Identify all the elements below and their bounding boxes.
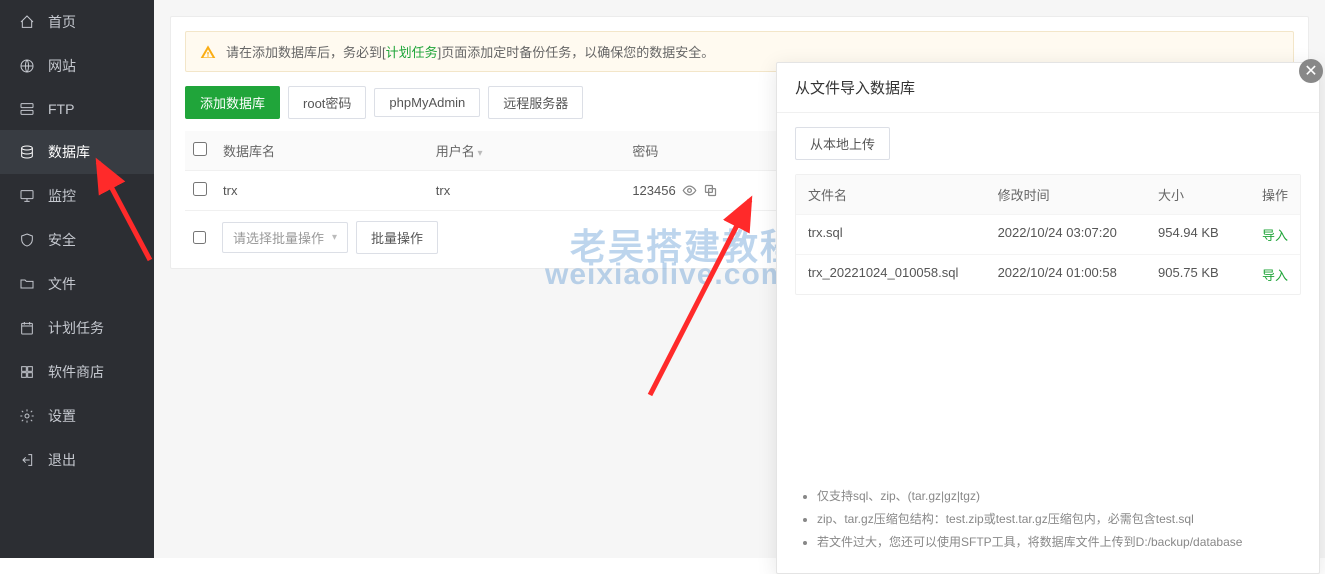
sidebar-item-logout[interactable]: 退出 [0, 438, 154, 482]
sidebar-item-label: 安全 [48, 230, 76, 250]
sidebar-item-label: 退出 [48, 450, 76, 470]
hdr-filename: 文件名 [808, 185, 998, 204]
hdr-op: 操作 [1248, 185, 1288, 204]
cell-name: trx [215, 171, 428, 211]
sidebar-item-label: 网站 [48, 56, 76, 76]
sidebar-item-label: 首页 [48, 12, 76, 32]
bulk-action-button[interactable]: 批量操作 [356, 221, 438, 254]
remote-server-button[interactable]: 远程服务器 [488, 86, 583, 119]
sidebar-item-ftp[interactable]: FTP [0, 88, 154, 130]
bulk-checkbox[interactable] [193, 231, 206, 244]
sidebar: 首页 网站 FTP 数据库 监控 安全 文件 计划任务 软件商店 设置 退出 [0, 0, 154, 558]
bulk-select[interactable]: 请选择批量操作 [222, 222, 348, 253]
sidebar-item-monitor[interactable]: 监控 [0, 174, 154, 218]
alert-text: 请在添加数据库后，务必到[计划任务]页面添加定时备份任务，以确保您的数据安全。 [226, 42, 714, 61]
database-icon [18, 143, 36, 161]
copy-icon[interactable] [703, 183, 718, 198]
note-item: zip、tar.gz压缩包结构：test.zip或test.tar.gz压缩包内… [817, 508, 1301, 531]
warning-icon [200, 44, 216, 60]
select-all-checkbox[interactable] [193, 142, 207, 156]
cell-size: 905.75 KB [1158, 265, 1248, 284]
note-item: 仅支持sql、zip、(tar.gz|gz|tgz) [817, 485, 1301, 508]
sidebar-item-label: 监控 [48, 186, 76, 206]
sidebar-item-cron[interactable]: 计划任务 [0, 306, 154, 350]
gear-icon [18, 407, 36, 425]
sidebar-item-home[interactable]: 首页 [0, 0, 154, 44]
cell-filename: trx_20221024_010058.sql [808, 265, 998, 284]
sidebar-item-label: 软件商店 [48, 362, 104, 382]
hdr-mtime: 修改时间 [998, 185, 1158, 204]
sidebar-item-settings[interactable]: 设置 [0, 394, 154, 438]
file-row: trx_20221024_010058.sql 2022/10/24 01:00… [796, 254, 1300, 294]
sidebar-item-label: 数据库 [48, 142, 90, 162]
cell-filename: trx.sql [808, 225, 998, 244]
home-icon [18, 13, 36, 31]
apps-icon [18, 363, 36, 381]
sidebar-item-files[interactable]: 文件 [0, 262, 154, 306]
hdr-size: 大小 [1158, 185, 1248, 204]
root-password-button[interactable]: root密码 [288, 86, 366, 119]
upload-local-button[interactable]: 从本地上传 [795, 127, 890, 160]
alert-link[interactable]: 计划任务 [386, 45, 438, 60]
sidebar-item-label: 设置 [48, 406, 76, 426]
col-name: 数据库名 [215, 131, 428, 171]
row-checkbox[interactable] [193, 182, 207, 196]
cell-size: 954.94 KB [1158, 225, 1248, 244]
eye-icon[interactable] [682, 183, 697, 198]
file-row: trx.sql 2022/10/24 03:07:20 954.94 KB 导入 [796, 214, 1300, 254]
sidebar-item-label: 计划任务 [48, 318, 104, 338]
sidebar-item-website[interactable]: 网站 [0, 44, 154, 88]
sidebar-item-label: 文件 [48, 274, 76, 294]
note-item: 若文件过大，您还可以使用SFTP工具，将数据库文件上传到D:/backup/da… [817, 531, 1301, 554]
phpmyadmin-button[interactable]: phpMyAdmin [374, 88, 480, 117]
modal-title: 从文件导入数据库 [777, 63, 1319, 113]
import-file-link[interactable]: 导入 [1248, 265, 1288, 284]
cell-user: trx [428, 171, 625, 211]
modal-notes: 仅支持sql、zip、(tar.gz|gz|tgz) zip、tar.gz压缩包… [795, 475, 1301, 559]
file-table: 文件名 修改时间 大小 操作 trx.sql 2022/10/24 03:07:… [795, 174, 1301, 295]
logout-icon [18, 451, 36, 469]
sidebar-item-database[interactable]: 数据库 [0, 130, 154, 174]
shield-icon [18, 231, 36, 249]
calendar-icon [18, 319, 36, 337]
import-file-link[interactable]: 导入 [1248, 225, 1288, 244]
globe-icon [18, 57, 36, 75]
cell-mtime: 2022/10/24 01:00:58 [998, 265, 1158, 284]
monitor-icon [18, 187, 36, 205]
ftp-icon [18, 100, 36, 118]
add-database-button[interactable]: 添加数据库 [185, 86, 280, 119]
sidebar-item-appstore[interactable]: 软件商店 [0, 350, 154, 394]
cell-mtime: 2022/10/24 03:07:20 [998, 225, 1158, 244]
file-table-header: 文件名 修改时间 大小 操作 [796, 175, 1300, 214]
close-button[interactable]: ✕ [1299, 59, 1323, 83]
import-modal: ✕ 从文件导入数据库 从本地上传 文件名 修改时间 大小 操作 trx.sql … [776, 62, 1320, 574]
sidebar-item-security[interactable]: 安全 [0, 218, 154, 262]
col-user[interactable]: 用户名 [428, 131, 625, 171]
close-icon: ✕ [1304, 61, 1317, 81]
sidebar-item-label: FTP [48, 101, 74, 117]
folder-icon [18, 275, 36, 293]
